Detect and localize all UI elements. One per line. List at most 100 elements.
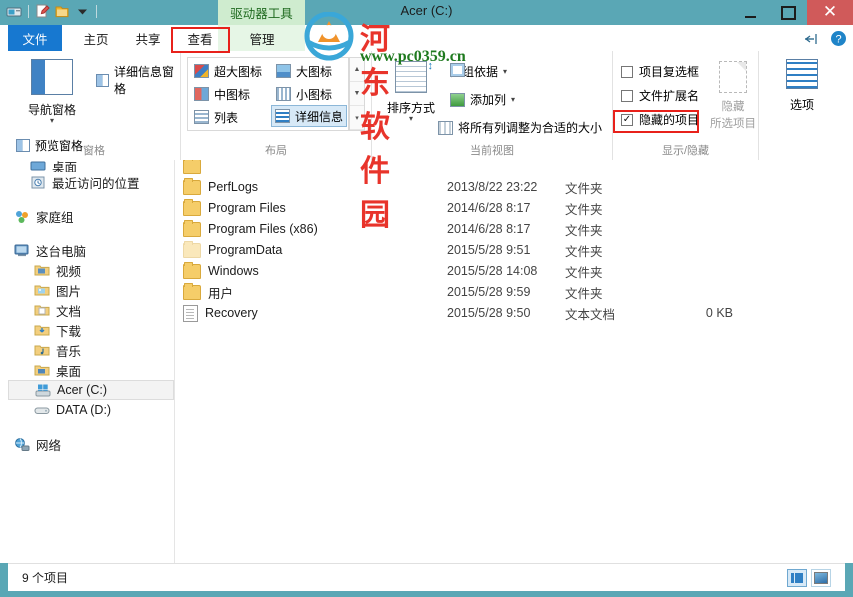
help-icon[interactable]: ?: [830, 30, 847, 50]
layout-label: 超大图标: [214, 64, 263, 79]
medium-icons-icon: [194, 87, 209, 101]
add-columns-button[interactable]: 添加列 ▾: [450, 91, 515, 108]
gallery-scroll-up-icon[interactable]: ▲: [350, 58, 364, 82]
file-extensions-checkbox[interactable]: [621, 89, 633, 102]
group-by-button[interactable]: 分组依据 ▾: [450, 63, 507, 80]
sidebar-item-this-pc[interactable]: 这台电脑: [8, 240, 174, 260]
close-icon: ✕: [822, 2, 838, 22]
sort-by-dropdown-icon[interactable]: ▾: [409, 114, 413, 123]
view-toggle-buttons[interactable]: [787, 569, 831, 587]
minimize-button[interactable]: [731, 0, 769, 25]
file-extensions-row[interactable]: 文件扩展名: [621, 87, 699, 104]
layout-extra-large-icons[interactable]: 超大图标: [191, 60, 265, 82]
navigation-pane-dropdown-icon[interactable]: ▾: [50, 116, 54, 125]
desktop-icon: [30, 160, 46, 172]
navigation-pane[interactable]: 桌面 最近访问的位置 家庭组 这台电脑 视频 图片 文档 下载 音乐 桌面 Ac…: [8, 160, 175, 563]
item-checkboxes-row[interactable]: 项目复选框: [621, 63, 699, 80]
large-icons-view-button[interactable]: [811, 569, 831, 587]
sidebar-item-downloads[interactable]: 下载: [8, 320, 174, 340]
layout-large-icons[interactable]: 大图标: [273, 60, 335, 82]
details-icon: [275, 109, 290, 123]
folder-icon: [183, 177, 201, 195]
file-name-cell: Program Files (x86): [183, 219, 318, 237]
table-row[interactable]: Recovery 2015/5/28 9:50 文本文档 0 KB: [175, 303, 853, 323]
size-all-columns-label: 将所有列调整为合适的大小: [458, 121, 603, 135]
tab-home[interactable]: 主页: [70, 25, 122, 51]
gallery-scroll-down-icon[interactable]: ▼: [350, 82, 364, 106]
table-row[interactable]: Program Files (x86) 2014/6/28 8:17 文件夹: [175, 219, 853, 239]
layout-gallery-scroll[interactable]: ▲ ▼ ▾: [349, 57, 365, 131]
ribbon-group-current-view: ↕ 排序方式 ▾ 分组依据 ▾ 添加列 ▾ 将所有列调整为合适的大小 当前视图: [372, 51, 613, 160]
details-pane-button[interactable]: 详细信息窗格: [96, 63, 180, 97]
ribbon-group-options: 选项: [759, 51, 845, 160]
size-all-columns-button[interactable]: 将所有列调整为合适的大小: [438, 119, 602, 136]
title-bar: Acer (C:) ✕: [0, 0, 853, 25]
details-view-button[interactable]: [787, 569, 807, 587]
layout-label: 大图标: [296, 64, 333, 79]
table-row[interactable]: PerfLogs 2013/8/22 23:22 文件夹: [175, 177, 853, 197]
layout-list[interactable]: 列表: [191, 106, 241, 128]
layout-gallery[interactable]: 超大图标 大图标 中图标 小图标 列表 详细信息: [187, 57, 349, 131]
file-type-cell: 文件夹: [565, 286, 603, 301]
group-by-dropdown-icon[interactable]: ▾: [503, 67, 507, 76]
sidebar-item-pictures[interactable]: 图片: [8, 280, 174, 300]
collapse-ribbon-icon[interactable]: [804, 32, 822, 49]
hide-selected-items-button[interactable]: 隐藏 所选项目: [709, 57, 757, 137]
table-row[interactable]: Windows 2015/5/28 14:08 文件夹: [175, 261, 853, 281]
sidebar-label: 这台电脑: [36, 244, 87, 259]
sidebar-item-desktop[interactable]: 桌面: [8, 360, 174, 380]
contextual-tab-drive-tools: 驱动器工具: [218, 0, 305, 25]
drive-icon: [34, 403, 50, 418]
details-pane-label: 详细信息窗格: [114, 65, 175, 96]
layout-small-icons[interactable]: 小图标: [273, 83, 335, 105]
sidebar-item-desktop-clipped[interactable]: 桌面: [8, 160, 174, 172]
tab-manage[interactable]: 管理: [236, 25, 288, 51]
table-row[interactable]: Program Files 2014/6/28 8:17 文件夹: [175, 198, 853, 218]
file-type-cell: 文件夹: [565, 244, 603, 259]
sidebar-label: 桌面: [52, 160, 78, 173]
file-type-cell: 文件夹: [565, 202, 603, 217]
window-controls[interactable]: ✕: [731, 0, 853, 25]
table-row[interactable]: [175, 160, 853, 176]
recent-places-icon: [30, 175, 46, 190]
layout-medium-icons[interactable]: 中图标: [191, 83, 253, 105]
sidebar-item-data-d[interactable]: DATA (D:): [8, 400, 174, 420]
ribbon-controls[interactable]: ?: [804, 30, 847, 50]
explorer-body: 桌面 最近访问的位置 家庭组 这台电脑 视频 图片 文档 下载 音乐 桌面 Ac…: [0, 160, 853, 563]
gallery-more-icon[interactable]: ▾: [350, 106, 364, 130]
tab-share[interactable]: 共享: [122, 25, 174, 51]
hide-sublabel: 所选项目: [710, 118, 756, 130]
item-count-label: 9 个项目: [22, 571, 69, 585]
file-list[interactable]: PerfLogs 2013/8/22 23:22 文件夹 Program Fil…: [175, 160, 853, 563]
layout-details[interactable]: 详细信息: [271, 105, 348, 127]
sort-by-button[interactable]: ↕ 排序方式 ▾: [380, 57, 442, 133]
sidebar-item-videos[interactable]: 视频: [8, 260, 174, 280]
item-checkboxes-label: 项目复选框: [639, 65, 700, 79]
sidebar-item-network[interactable]: 网络: [8, 434, 174, 454]
size-columns-icon: [438, 120, 453, 135]
maximize-button[interactable]: [769, 0, 807, 25]
close-button[interactable]: ✕: [807, 0, 853, 25]
options-button[interactable]: 选项: [777, 59, 827, 129]
file-name-cell: ProgramData: [183, 240, 282, 258]
small-icons-icon: [276, 87, 291, 101]
sidebar-label: 桌面: [56, 364, 82, 379]
table-row[interactable]: 用户 2015/5/28 9:59 文件夹: [175, 282, 853, 302]
navigation-pane-icon: [31, 59, 73, 95]
group-label-current-view: 当前视图: [470, 145, 514, 157]
sidebar-item-music[interactable]: 音乐: [8, 340, 174, 360]
sidebar-item-homegroup[interactable]: 家庭组: [8, 206, 174, 226]
sidebar-item-recent-places[interactable]: 最近访问的位置: [8, 172, 174, 192]
tab-file[interactable]: 文件: [8, 25, 62, 51]
local-disk-icon: [35, 383, 51, 398]
window-title: Acer (C:): [400, 3, 453, 18]
add-columns-dropdown-icon[interactable]: ▾: [511, 95, 515, 104]
navigation-pane-button[interactable]: 导航窗格 ▾: [16, 57, 88, 131]
status-bar: 9 个项目: [8, 563, 845, 591]
item-checkboxes-checkbox[interactable]: [621, 65, 633, 78]
table-row[interactable]: ProgramData 2015/5/28 9:51 文件夹: [175, 240, 853, 260]
sidebar-item-acer-c[interactable]: Acer (C:): [8, 380, 174, 400]
hidden-items-highlight-box: [613, 110, 699, 133]
sidebar-item-documents[interactable]: 文档: [8, 300, 174, 320]
